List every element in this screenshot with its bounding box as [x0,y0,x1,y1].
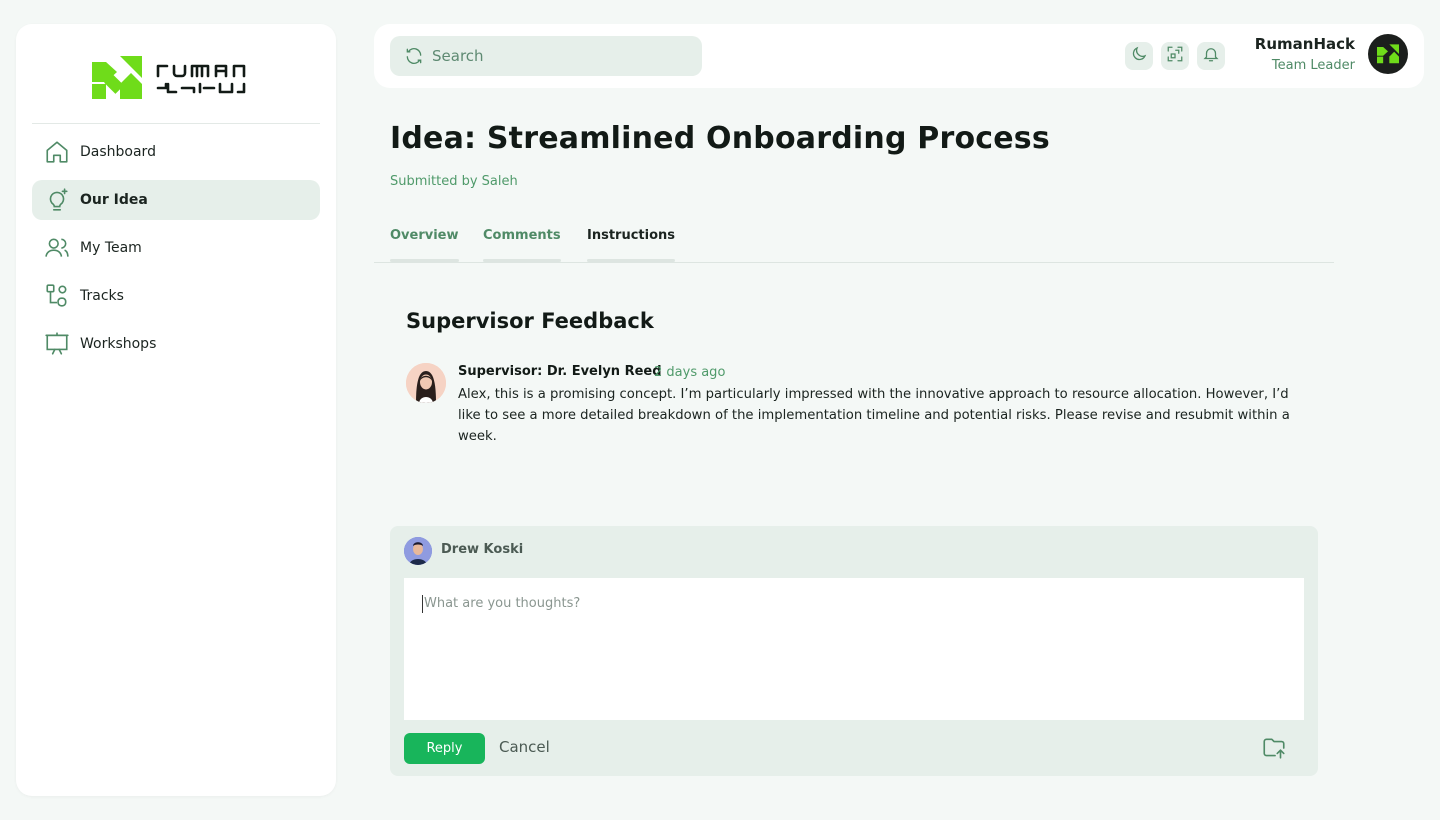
sidebar-item-label: Dashboard [80,144,156,160]
feedback-timestamp: 2 days ago [654,365,726,380]
reply-user-name: Drew Koski [441,542,524,557]
lightbulb-icon [44,187,70,213]
moon-icon [1130,45,1148,67]
sidebar-item-my-team[interactable]: My Team [32,228,320,268]
search-box[interactable] [390,36,702,76]
search-input[interactable] [432,47,682,65]
reply-button[interactable]: Reply [404,733,485,764]
ruman-logo[interactable] [92,56,262,100]
comment-input[interactable] [404,578,1304,720]
tab-overview[interactable]: Overview [390,228,459,262]
text-caret [422,595,423,613]
sidebar-item-label: Workshops [80,336,157,352]
sidebar-item-label: My Team [80,240,142,256]
home-icon [44,139,70,165]
users-icon [44,235,70,261]
scan-icon [1166,45,1184,67]
reply-box: Drew Koski Reply Cancel [390,526,1318,776]
scan-button[interactable] [1161,42,1189,70]
tab-bar: Overview Comments Instructions [374,222,1334,263]
sidebar-item-label: Tracks [80,288,124,304]
avatar[interactable] [1368,34,1408,74]
refresh-search-icon [404,46,424,66]
page-title: Idea: Streamlined Onboarding Process [390,121,1050,156]
ruman-logo-icon [92,56,246,99]
theme-toggle-button[interactable] [1125,42,1153,70]
top-bar: RumanHack Team Leader [374,24,1424,88]
tab-comments[interactable]: Comments [483,228,561,262]
tab-instructions[interactable]: Instructions [587,228,676,262]
ruman-avatar-icon [1377,44,1399,64]
sidebar-item-dashboard[interactable]: Dashboard [32,132,320,172]
submitted-by: Submitted by Saleh [390,174,518,189]
notifications-button[interactable] [1197,42,1225,70]
sidebar-item-tracks[interactable]: Tracks [32,276,320,316]
tracks-icon [44,283,70,309]
folder-upload-icon[interactable] [1261,735,1287,761]
cancel-button[interactable]: Cancel [499,738,550,756]
feedback-author: Supervisor: Dr. Evelyn Reed [458,364,662,379]
avatar [406,363,446,403]
sidebar: Dashboard Our Idea My Team Tracks Worksh… [16,24,336,796]
bell-icon [1202,45,1220,67]
sidebar-nav: Dashboard Our Idea My Team Tracks Worksh… [32,132,320,372]
sidebar-item-label: Our Idea [80,192,148,208]
section-title: Supervisor Feedback [406,309,654,333]
presentation-icon [44,331,70,357]
sidebar-divider [32,123,320,124]
sidebar-item-our-idea[interactable]: Our Idea [32,180,320,220]
sidebar-item-workshops[interactable]: Workshops [32,324,320,364]
avatar [404,537,432,565]
user-role: Team Leader [1271,58,1355,73]
user-name: RumanHack [1254,35,1355,53]
feedback-text: Alex, this is a promising concept. I’m p… [458,387,1290,444]
